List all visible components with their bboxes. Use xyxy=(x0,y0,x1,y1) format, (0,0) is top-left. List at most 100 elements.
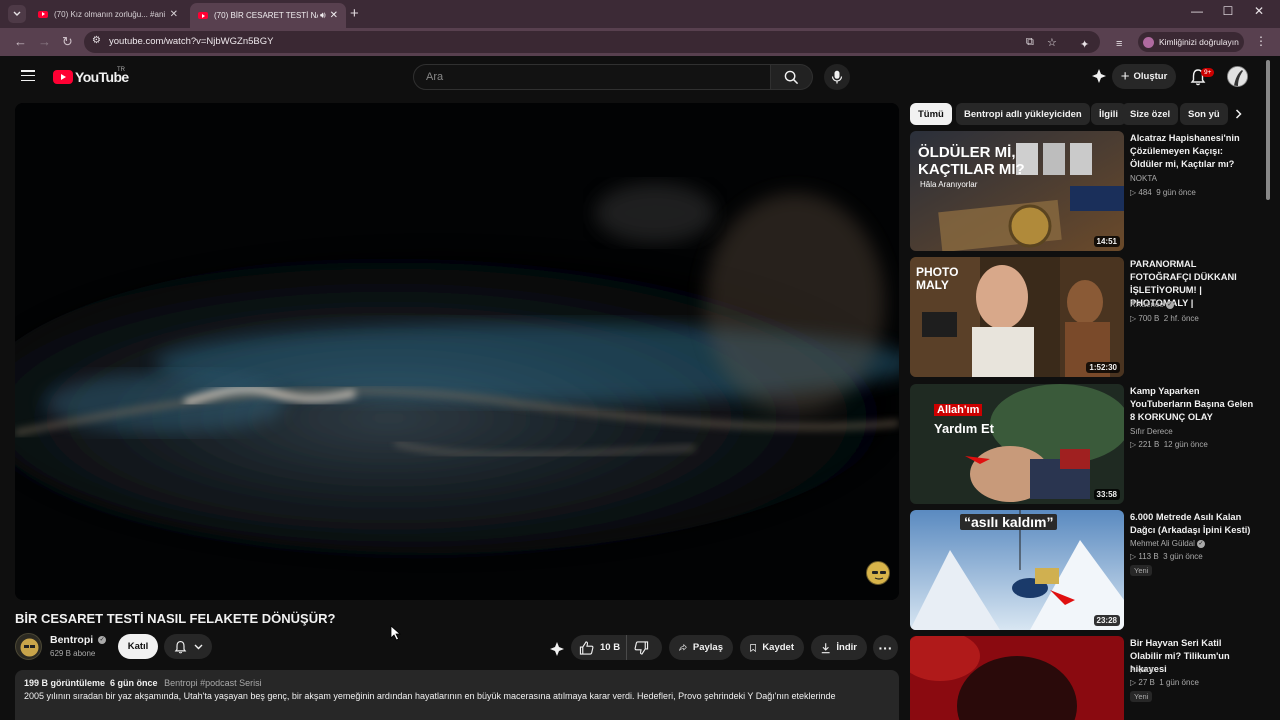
thumbnail-caption: Hâla Aranıyorlar xyxy=(920,180,978,189)
share-button[interactable]: Paylaş xyxy=(669,635,733,660)
join-button[interactable]: Katıl xyxy=(118,634,158,659)
search-button[interactable] xyxy=(771,64,813,90)
chip-all[interactable]: Tümü xyxy=(910,103,952,125)
youtube-logo[interactable]: YouTube TR xyxy=(53,67,129,85)
youtube-favicon-icon xyxy=(198,12,208,19)
channel-name[interactable]: Arçura xyxy=(1130,665,1154,674)
recommended-video[interactable]: “asılı kaldım” 23:28 6.000 Metrede Asılı… xyxy=(910,510,1255,630)
download-icon xyxy=(821,642,830,653)
minimize-button[interactable]: — xyxy=(1181,4,1213,18)
install-app-icon[interactable]: ⧉ xyxy=(1026,36,1034,49)
channel-watermark-icon[interactable] xyxy=(866,561,890,585)
chip-recent[interactable]: Son yü xyxy=(1180,103,1228,125)
speaker-icon[interactable]: 🔊︎ xyxy=(320,10,326,21)
description-box[interactable]: 199 B görüntüleme 6 gün önce Bentropi #p… xyxy=(15,670,899,720)
youtube-favicon-icon xyxy=(38,10,48,18)
tab-search-button[interactable] xyxy=(8,5,26,23)
site-info-icon[interactable]: ⚙︎ xyxy=(92,35,101,46)
new-tab-button[interactable]: + xyxy=(350,5,359,23)
video-thumbnail[interactable]: Allah'ım Yardım Et 33:58 xyxy=(910,384,1124,504)
video-title[interactable]: Kamp Yaparken YouTuberların Başına Gelen… xyxy=(1130,385,1255,424)
back-button[interactable]: ← xyxy=(14,34,27,49)
video-thumbnail[interactable]: PHOTO MALY 1:52:30 xyxy=(910,257,1124,377)
create-label: Oluştur xyxy=(1133,71,1168,82)
video-player[interactable] xyxy=(15,103,899,600)
save-button[interactable]: Kaydet xyxy=(740,635,804,660)
new-badge: Yeni xyxy=(1130,565,1153,576)
recommended-video[interactable]: Bir Hayvan Seri Katil Olabilir mi? Tilik… xyxy=(910,636,1255,720)
close-tab-icon[interactable]: ✕ xyxy=(330,10,338,21)
like-count: 10 B xyxy=(600,642,621,653)
new-badge: Yeni xyxy=(1130,691,1153,702)
video-duration: 1:52:30 xyxy=(1086,362,1120,373)
forward-button[interactable]: → xyxy=(38,34,51,49)
channel-logo-icon xyxy=(20,638,39,657)
like-button[interactable]: 10 B xyxy=(571,635,627,660)
media-control-icon[interactable]: ≡ xyxy=(1116,38,1122,50)
recommended-video[interactable]: PHOTO MALY 1:52:30 PARANORMAL FOTOĞRAFÇI… xyxy=(910,257,1255,377)
subscription-bell-button[interactable] xyxy=(164,634,212,659)
download-button[interactable]: İndir xyxy=(811,635,867,660)
voice-search-button[interactable] xyxy=(824,64,850,90)
account-avatar[interactable] xyxy=(1227,66,1248,87)
page-scrollbar[interactable] xyxy=(1266,60,1270,200)
thumbnail-image xyxy=(910,384,1124,504)
reload-button[interactable]: ↻ xyxy=(62,34,73,50)
search-input[interactable] xyxy=(414,65,770,89)
video-title[interactable]: 6.000 Metrede Asılı Kalan Dağcı (Arkadaş… xyxy=(1130,511,1255,537)
recommended-video[interactable]: ÖLDÜLER Mİ, KAÇTILAR MI? Hâla Aranıyorla… xyxy=(910,131,1255,251)
subscriber-count: 629 B abone xyxy=(50,649,96,658)
description-tags[interactable]: Bentropi #podcast Serisi xyxy=(164,678,262,688)
address-bar[interactable]: ⚙︎ youtube.com/watch?v=NjbWGZn5BGY ⧉ ☆ xyxy=(84,31,1100,53)
upload-age: 2 hf. önce xyxy=(1163,314,1199,323)
view-count: 27 B xyxy=(1138,678,1155,687)
bookmark-star-icon[interactable]: ☆ xyxy=(1047,36,1057,49)
channel-name[interactable]: NOKTA xyxy=(1130,174,1157,183)
chip-for-you[interactable]: Size özel xyxy=(1122,103,1179,125)
video-frame xyxy=(15,103,899,600)
chevron-down-icon xyxy=(194,644,202,649)
browser-tab-2-active[interactable]: (70) BİR CESARET TESTİ NA 🔊︎ ✕ xyxy=(190,3,346,28)
video-thumbnail[interactable]: “asılı kaldım” 23:28 xyxy=(910,510,1124,630)
profile-chip-label: Kimliğinizi doğrulayın xyxy=(1159,37,1239,47)
plus-icon: + xyxy=(1120,67,1130,85)
chip-from-uploader[interactable]: Bentropi adlı yükleyiciden xyxy=(956,103,1090,125)
video-title: BİR CESARET TESTİ NASIL FELAKETE DÖNÜŞÜR… xyxy=(15,611,336,626)
browser-tab-1[interactable]: (70) Kız olmanın zorluğu... #ani ✕ xyxy=(30,3,186,25)
guide-menu-icon[interactable] xyxy=(21,70,35,85)
thumbnail-image xyxy=(910,636,1124,720)
view-count: 700 B xyxy=(1138,314,1160,323)
notification-count-badge: 9+ xyxy=(1201,68,1215,77)
description-text: 2005 yılının sıradan bir yaz akşamında, … xyxy=(24,691,836,701)
video-thumbnail[interactable]: ÖLDÜLER Mİ, KAÇTILAR MI? Hâla Aranıyorla… xyxy=(910,131,1124,251)
create-button[interactable]: + Oluştur xyxy=(1112,64,1176,89)
thumbnail-caption: PHOTO xyxy=(916,265,959,279)
emoji-face-icon xyxy=(872,571,886,580)
profile-chip[interactable]: Kimliğinizi doğrulayın xyxy=(1138,32,1244,52)
dislike-button[interactable] xyxy=(627,635,662,660)
recommended-video[interactable]: Allah'ım Yardım Et 33:58 Kamp Yaparken Y… xyxy=(910,384,1255,504)
channel-name[interactable]: Mehmet Ali Güldal ✓ xyxy=(1130,539,1205,548)
channel-avatar[interactable] xyxy=(15,633,42,660)
filter-chips: Tümü Bentropi adlı yükleyiciden İlgili S… xyxy=(910,103,1250,125)
chips-next-button[interactable] xyxy=(1229,105,1247,123)
browser-toolbar: ← → ↻ ⚙︎ youtube.com/watch?v=NjbWGZn5BGY… xyxy=(0,28,1280,56)
chevron-right-icon xyxy=(1235,109,1242,119)
video-thumbnail[interactable] xyxy=(910,636,1124,720)
ask-sparkle-icon[interactable] xyxy=(1091,67,1107,85)
channel-name[interactable]: RRaenee ✓ xyxy=(1130,300,1174,309)
close-tab-icon[interactable]: ✕ xyxy=(170,9,178,20)
close-window-button[interactable]: ✕ xyxy=(1243,4,1275,18)
extensions-icon[interactable]: ✦ xyxy=(1080,38,1089,51)
view-count: 199 B görüntüleme xyxy=(24,678,106,688)
view-count: 484 xyxy=(1138,188,1152,197)
browser-menu-icon[interactable]: ⋮ xyxy=(1255,34,1267,48)
profile-avatar xyxy=(1143,36,1154,48)
more-actions-button[interactable]: ··· xyxy=(873,635,898,660)
chip-related[interactable]: İlgili xyxy=(1091,103,1126,125)
channel-name[interactable]: Sıfır Derece xyxy=(1130,427,1173,436)
ask-sparkle-icon[interactable] xyxy=(549,641,565,657)
maximize-button[interactable]: ☐ xyxy=(1212,4,1244,18)
channel-name[interactable]: Bentropi ✓ xyxy=(50,634,107,646)
video-title[interactable]: Alcatraz Hapishanesi'nin Çözülemeyen Kaç… xyxy=(1130,132,1255,171)
